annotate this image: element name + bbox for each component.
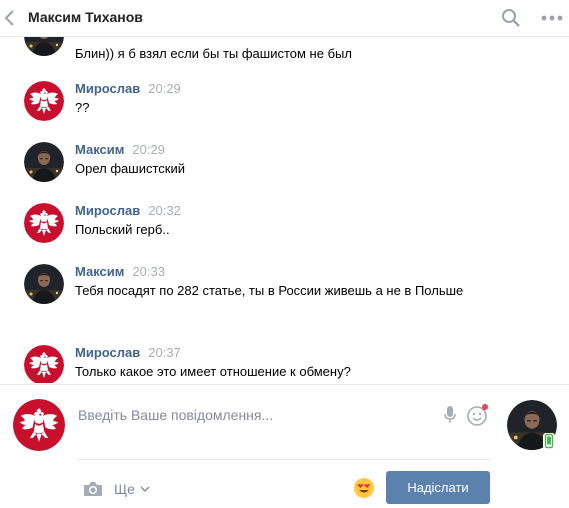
emoji-icon[interactable] — [466, 403, 490, 427]
avatar[interactable] — [24, 264, 64, 304]
avatar[interactable] — [24, 345, 64, 383]
mobile-online-icon — [543, 433, 555, 449]
chat-header: Максим Тиханов — [0, 0, 569, 37]
message: Блин)) я б взял если бы ты фашистом не б… — [0, 37, 569, 70]
message-meta: Мирослав 20:29 — [75, 81, 181, 96]
my-avatar[interactable] — [13, 399, 65, 451]
message: Мирослав 20:32 Польский герб.. — [0, 197, 569, 257]
more-dots-icon[interactable] — [538, 7, 566, 29]
message-time: 20:29 — [148, 81, 181, 96]
search-icon[interactable] — [500, 7, 522, 29]
message-meta: Максим 20:33 — [75, 264, 165, 279]
sender-name[interactable]: Мирослав — [75, 345, 140, 360]
chevron-down-icon[interactable] — [140, 485, 150, 493]
sender-name[interactable]: Максим — [75, 142, 124, 157]
avatar[interactable] — [24, 37, 64, 56]
sender-name[interactable]: Максим — [75, 264, 124, 279]
divider — [78, 459, 490, 460]
message-time: 20:32 — [148, 203, 181, 218]
message-text: Блин)) я б взял если бы ты фашистом не б… — [75, 46, 352, 61]
message: Максим 20:33 Тебя посадят по 282 статье, … — [0, 258, 569, 338]
avatar[interactable] — [24, 203, 64, 243]
message-text: ?? — [75, 100, 90, 115]
microphone-icon[interactable] — [443, 405, 457, 425]
message-time: 20:37 — [148, 345, 181, 360]
sticker-heart-eyes-icon[interactable] — [353, 477, 375, 499]
chevron-left-icon[interactable] — [2, 9, 16, 27]
message-time: 20:33 — [132, 264, 165, 279]
message-text: Орел фашистский — [75, 161, 185, 176]
chat-title[interactable]: Максим Тиханов — [28, 9, 143, 25]
message-text: Только какое это имеет отношение к обмен… — [75, 364, 351, 379]
message: Максим 20:29 Орел фашистский — [0, 136, 569, 196]
message-list[interactable]: Блин)) я б взял если бы ты фашистом не б… — [0, 37, 569, 383]
sender-name[interactable]: Мирослав — [75, 203, 140, 218]
message-text: Польский герб.. — [75, 222, 170, 237]
sender-name[interactable]: Мирослав — [75, 81, 140, 96]
message-input[interactable]: Введіть Ваше повідомлення... — [78, 397, 493, 433]
message-time: 20:29 — [132, 142, 165, 157]
attach-more-label[interactable]: Ще — [114, 481, 135, 497]
message: Мирослав 20:29 ?? — [0, 75, 569, 135]
message-meta: Мирослав 20:32 — [75, 203, 181, 218]
message-meta: Мирослав 20:37 — [75, 345, 181, 360]
send-button[interactable]: Надіслати — [386, 471, 490, 504]
message: Мирослав 20:37 Только какое это имеет отн… — [0, 339, 569, 383]
message-composer: Введіть Ваше повідомлення... Ще Надіслат… — [0, 384, 569, 508]
message-text: Тебя посадят по 282 статье, ты в России … — [75, 283, 464, 298]
avatar[interactable] — [24, 142, 64, 182]
camera-icon[interactable] — [82, 480, 104, 498]
avatar[interactable] — [24, 81, 64, 121]
message-meta: Максим 20:29 — [75, 142, 165, 157]
